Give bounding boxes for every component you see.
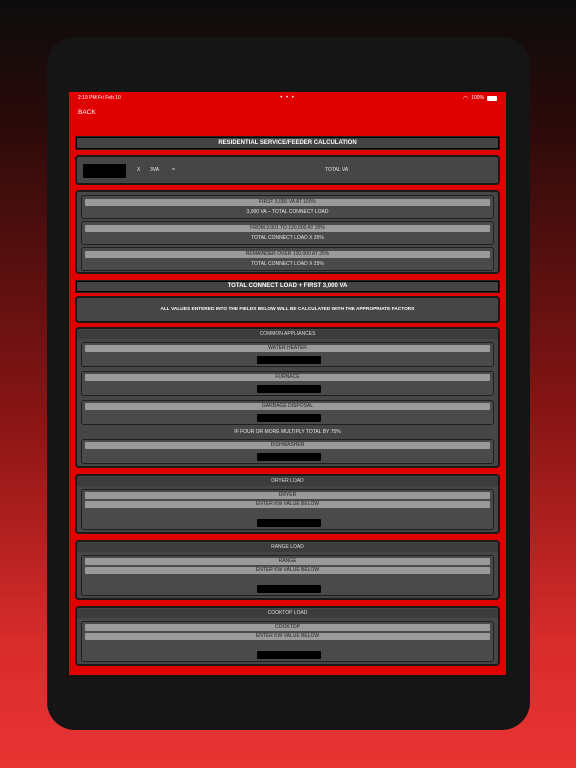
range-input[interactable] — [257, 585, 321, 593]
appliances-header: COMMON APPLIANCES — [77, 330, 498, 339]
battery-icon — [487, 95, 498, 101]
total-va-label: TOTAL VA — [325, 167, 349, 173]
tier-panel: FIRST 3,000 VA AT 100% 3,000 VA – TOTAL … — [75, 190, 500, 274]
range-header: RANGE LOAD — [77, 543, 498, 552]
cooktop-header: COOKTOP LOAD — [77, 609, 498, 618]
status-bar: 2:19 PM Fri Feb 10 • • • ◠ 100% — [69, 92, 506, 104]
dryer-hint: ENTER KW VALUE BELOW — [85, 501, 490, 508]
range-label: RANGE — [85, 558, 490, 565]
tier-1-label: FIRST 3,000 VA AT 100% — [85, 199, 490, 206]
range-hint: ENTER KW VALUE BELOW — [85, 567, 490, 574]
tier-2-label: FROM 3,001 TO 120,000 AT 35% — [85, 225, 490, 232]
sqft-row: X 3VA = TOTAL VA — [75, 155, 500, 185]
tier-3-value: TOTAL CONNECT LOAD X 25% — [251, 261, 324, 267]
notice-panel: ALL VALUES ENTERED INTO THE FIELDS BELOW… — [75, 296, 500, 323]
sqft-input[interactable] — [83, 164, 126, 178]
wifi-icon: ◠ — [462, 95, 469, 102]
multiply-sign: X — [137, 167, 141, 173]
cooktop-panel: COOKTOP LOAD COOKTOP ENTER KW VALUE BELO… — [75, 606, 500, 666]
dishwasher-input[interactable] — [257, 453, 321, 461]
app-screen: 2:19 PM Fri Feb 10 • • • ◠ 100% BACK RES… — [69, 92, 506, 675]
water-heater-label: WATER HEATER — [85, 345, 490, 352]
water-heater-input[interactable] — [257, 356, 321, 364]
furnace-row: FURNACE — [81, 371, 494, 396]
range-panel: RANGE LOAD RANGE ENTER KW VALUE BELOW — [75, 540, 500, 600]
appliances-note: IF FOUR OR MORE MULTIPLY TOTAL BY 75% — [234, 429, 341, 435]
tier-2: FROM 3,001 TO 120,000 AT 35% TOTAL CONNE… — [81, 221, 494, 245]
furnace-label: FURNACE — [85, 374, 490, 381]
tier-1: FIRST 3,000 VA AT 100% 3,000 VA – TOTAL … — [81, 195, 494, 219]
range-row: RANGE ENTER KW VALUE BELOW — [81, 555, 494, 596]
tier-2-value: TOTAL CONNECT LOAD X 35% — [251, 235, 324, 241]
battery-percent: 100% — [471, 95, 485, 101]
equals-sign: = — [172, 167, 175, 173]
notice-text: ALL VALUES ENTERED INTO THE FIELDS BELOW… — [160, 307, 415, 312]
dishwasher-row: DISHWASHER — [81, 439, 494, 464]
dryer-header: DRYER LOAD — [77, 477, 498, 486]
water-heater-row: WATER HEATER — [81, 342, 494, 367]
total-connect-bar: TOTAL CONNECT LOAD + FIRST 3,000 VA — [75, 280, 500, 293]
calc-title: RESIDENTIAL SERVICE/FEEDER CALCULATION — [75, 136, 500, 150]
cooktop-row: COOKTOP ENTER KW VALUE BELOW — [81, 621, 494, 662]
garbage-disposal-row: GARBAGE DISPOSAL — [81, 400, 494, 425]
dryer-input[interactable] — [257, 519, 321, 527]
cooktop-hint: ENTER KW VALUE BELOW — [85, 633, 490, 640]
back-button[interactable]: BACK — [78, 109, 96, 116]
dryer-panel: DRYER LOAD DRYER ENTER KW VALUE BELOW — [75, 474, 500, 534]
appliances-panel: COMMON APPLIANCES WATER HEATER FURNACE G… — [75, 327, 500, 468]
multitask-dots[interactable]: • • • — [218, 95, 358, 101]
tier-1-value: 3,000 VA – TOTAL CONNECT LOAD — [246, 209, 329, 215]
garbage-disposal-label: GARBAGE DISPOSAL — [85, 403, 490, 410]
furnace-input[interactable] — [257, 385, 321, 393]
factor-label: 3VA — [150, 167, 160, 173]
cooktop-input[interactable] — [257, 651, 321, 659]
dryer-row: DRYER ENTER KW VALUE BELOW — [81, 489, 494, 530]
status-time: 2:19 PM Fri Feb 10 — [78, 95, 121, 101]
dishwasher-label: DISHWASHER — [85, 442, 490, 449]
dryer-label: DRYER — [85, 492, 490, 499]
garbage-disposal-input[interactable] — [257, 414, 321, 422]
tier-3: REMAINDER OVER 120,000 AT 25% TOTAL CONN… — [81, 247, 494, 271]
status-right: ◠ 100% — [357, 95, 498, 102]
cooktop-label: COOKTOP — [85, 624, 490, 631]
tier-3-label: REMAINDER OVER 120,000 AT 25% — [85, 251, 490, 258]
